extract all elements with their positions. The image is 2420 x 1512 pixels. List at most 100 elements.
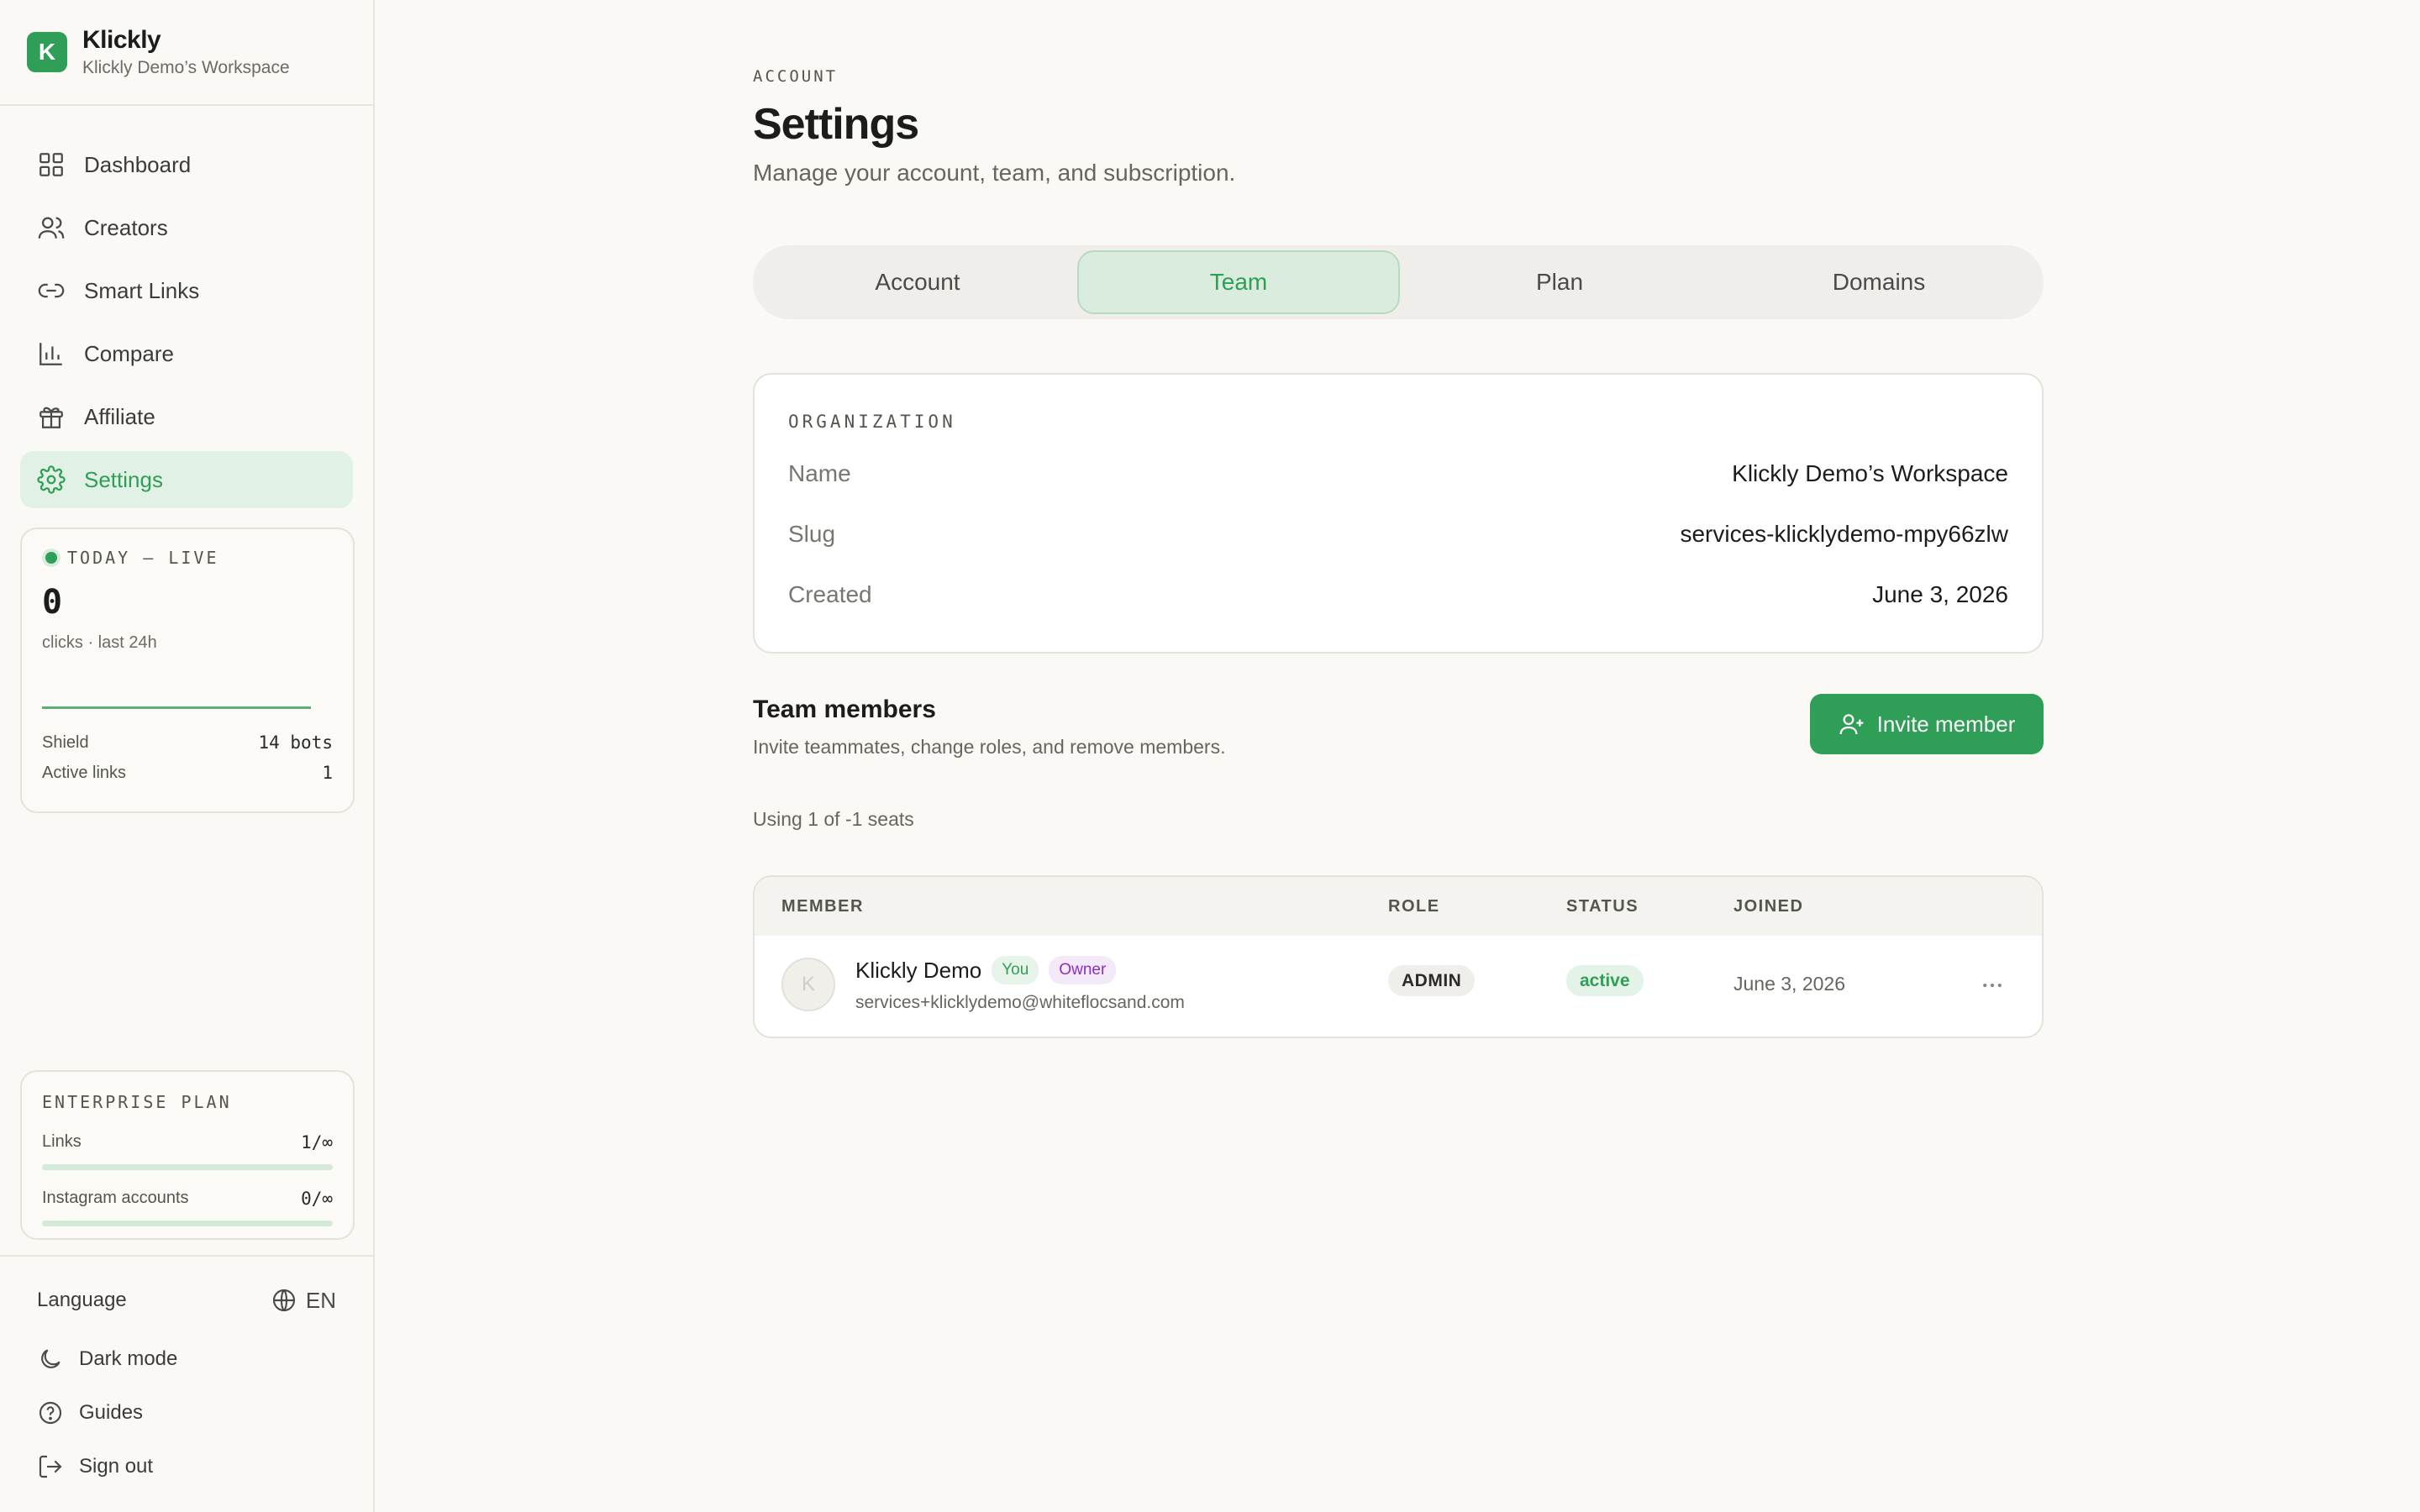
plan-links-label: Links bbox=[42, 1132, 82, 1151]
organization-title: ORGANIZATION bbox=[788, 412, 956, 432]
invite-member-button[interactable]: Invite member bbox=[1810, 694, 2044, 754]
plan-instagram-value: 0/∞ bbox=[301, 1189, 333, 1209]
dark-mode-toggle[interactable]: Dark mode bbox=[37, 1332, 336, 1386]
shield-row: Shield 14 bots bbox=[42, 732, 333, 753]
active-links-label: Active links bbox=[42, 763, 127, 782]
row-actions-button[interactable] bbox=[1980, 973, 2005, 998]
you-badge: You bbox=[992, 956, 1039, 984]
shield-label: Shield bbox=[42, 732, 89, 752]
member-name: Klickly Demo bbox=[855, 957, 982, 983]
sign-out-icon bbox=[37, 1453, 64, 1480]
sidebar-item-label: Settings bbox=[84, 466, 163, 492]
sidebar-item-creators[interactable]: Creators bbox=[20, 199, 353, 256]
member-info: Klickly Demo You Owner services+klicklyd… bbox=[855, 956, 1185, 1013]
org-field-label: Name bbox=[788, 460, 851, 486]
org-field-label: Slug bbox=[788, 521, 836, 547]
sign-out-button[interactable]: Sign out bbox=[37, 1440, 336, 1494]
live-card-title: TODAY — LIVE bbox=[67, 548, 219, 568]
live-sparkline bbox=[42, 706, 311, 709]
sidebar-item-settings[interactable]: Settings bbox=[20, 451, 353, 508]
column-header-status: STATUS bbox=[1566, 896, 1639, 916]
sidebar-nav: Dashboard Creators Smart Links Compare A… bbox=[0, 106, 373, 508]
org-name-row: Name Klickly Demo’s Workspace bbox=[788, 444, 2008, 504]
dashboard-grid-icon bbox=[37, 150, 66, 179]
column-header-joined: JOINED bbox=[1733, 896, 1804, 916]
gift-icon bbox=[37, 402, 66, 431]
dark-mode-label: Dark mode bbox=[79, 1347, 178, 1370]
avatar: K bbox=[781, 958, 835, 1011]
more-horizontal-icon bbox=[1980, 973, 2005, 998]
bar-chart-icon bbox=[37, 339, 66, 368]
active-links-row: Active links 1 bbox=[42, 763, 333, 783]
tab-domains[interactable]: Domains bbox=[1719, 250, 2039, 314]
page-title: Settings bbox=[753, 100, 919, 149]
role-badge[interactable]: ADMIN bbox=[1388, 965, 1476, 996]
settings-tabs: Account Team Plan Domains bbox=[753, 245, 2044, 319]
sidebar-item-label: Compare bbox=[84, 340, 174, 366]
joined-date: June 3, 2026 bbox=[1733, 973, 1846, 995]
language-row: Language EN bbox=[37, 1278, 336, 1322]
plan-instagram-bar bbox=[42, 1221, 333, 1226]
live-clicks-value: 0 bbox=[42, 583, 63, 622]
users-icon bbox=[37, 213, 66, 242]
app-logo: K bbox=[27, 32, 67, 72]
plan-links-bar bbox=[42, 1164, 333, 1170]
user-plus-icon bbox=[1839, 711, 1865, 738]
tab-plan[interactable]: Plan bbox=[1400, 250, 1719, 314]
tab-account[interactable]: Account bbox=[758, 250, 1077, 314]
tab-team[interactable]: Team bbox=[1077, 250, 1400, 314]
guides-label: Guides bbox=[79, 1401, 144, 1424]
sidebar-item-smart-links[interactable]: Smart Links bbox=[20, 262, 353, 319]
sidebar-item-label: Smart Links bbox=[84, 277, 200, 303]
role-cell: ADMIN bbox=[1388, 965, 1476, 996]
sidebar-item-label: Affiliate bbox=[84, 403, 155, 429]
language-selector[interactable]: EN bbox=[271, 1287, 336, 1314]
sidebar-item-label: Dashboard bbox=[84, 151, 192, 177]
seats-usage: Using 1 of -1 seats bbox=[753, 808, 914, 830]
org-field-label: Created bbox=[788, 581, 872, 607]
plan-usage-card: ENTERPRISE PLAN Links 1/∞ Instagram acco… bbox=[20, 1070, 355, 1240]
column-header-member: MEMBER bbox=[781, 896, 864, 916]
org-field-value: June 3, 2026 bbox=[1872, 581, 2008, 607]
sidebar-item-dashboard[interactable]: Dashboard bbox=[20, 136, 353, 193]
guides-link[interactable]: Guides bbox=[37, 1386, 336, 1440]
brand-header[interactable]: K Klickly Klickly Demo’s Workspace bbox=[0, 0, 373, 106]
plan-links-value: 1/∞ bbox=[301, 1132, 333, 1152]
table-row: K Klickly Demo You Owner services+klickl… bbox=[755, 936, 2042, 1037]
app-name: Klickly bbox=[82, 26, 161, 54]
language-label: Language bbox=[37, 1289, 127, 1311]
owner-badge: Owner bbox=[1049, 956, 1117, 984]
moon-icon bbox=[37, 1346, 64, 1373]
sidebar-item-compare[interactable]: Compare bbox=[20, 325, 353, 382]
org-field-value: services-klicklydemo-mpy66zlw bbox=[1680, 521, 2008, 547]
language-value: EN bbox=[305, 1287, 336, 1313]
sidebar-item-affiliate[interactable]: Affiliate bbox=[20, 388, 353, 445]
member-email: services+klicklydemo@whiteflocsand.com bbox=[855, 993, 1185, 1012]
organization-card: ORGANIZATION Name Klickly Demo’s Workspa… bbox=[753, 373, 2044, 654]
live-stats-card: TODAY — LIVE 0 clicks · last 24h Shield … bbox=[20, 528, 355, 813]
gear-icon bbox=[37, 465, 66, 494]
plan-links-row: Links 1/∞ bbox=[42, 1132, 333, 1152]
help-circle-icon bbox=[37, 1399, 64, 1426]
column-header-role: ROLE bbox=[1388, 896, 1440, 916]
sidebar-item-label: Creators bbox=[84, 214, 168, 240]
members-table-header: MEMBER ROLE STATUS JOINED bbox=[755, 877, 2042, 936]
team-members-subtitle: Invite teammates, change roles, and remo… bbox=[753, 736, 1226, 758]
page-eyebrow: ACCOUNT bbox=[753, 67, 839, 86]
live-clicks-caption: clicks · last 24h bbox=[42, 633, 157, 652]
plan-title: ENTERPRISE PLAN bbox=[42, 1092, 232, 1112]
link-icon bbox=[37, 276, 66, 305]
page-subtitle: Manage your account, team, and subscript… bbox=[753, 160, 1236, 186]
invite-member-label: Invite member bbox=[1876, 711, 2016, 737]
globe-icon bbox=[271, 1287, 297, 1314]
workspace-name: Klickly Demo’s Workspace bbox=[82, 58, 290, 77]
org-slug-row: Slug services-klicklydemo-mpy66zlw bbox=[788, 504, 2008, 564]
org-created-row: Created June 3, 2026 bbox=[788, 564, 2008, 625]
status-cell: active bbox=[1566, 965, 1644, 996]
sidebar-footer: Language EN Dark mode Guides Sign out bbox=[0, 1255, 373, 1494]
live-indicator-dot bbox=[45, 552, 57, 564]
org-field-value: Klickly Demo’s Workspace bbox=[1732, 460, 2008, 486]
status-badge: active bbox=[1566, 965, 1644, 996]
shield-value: 14 bots bbox=[258, 732, 333, 753]
members-table: MEMBER ROLE STATUS JOINED K Klickly Demo… bbox=[753, 875, 2044, 1038]
